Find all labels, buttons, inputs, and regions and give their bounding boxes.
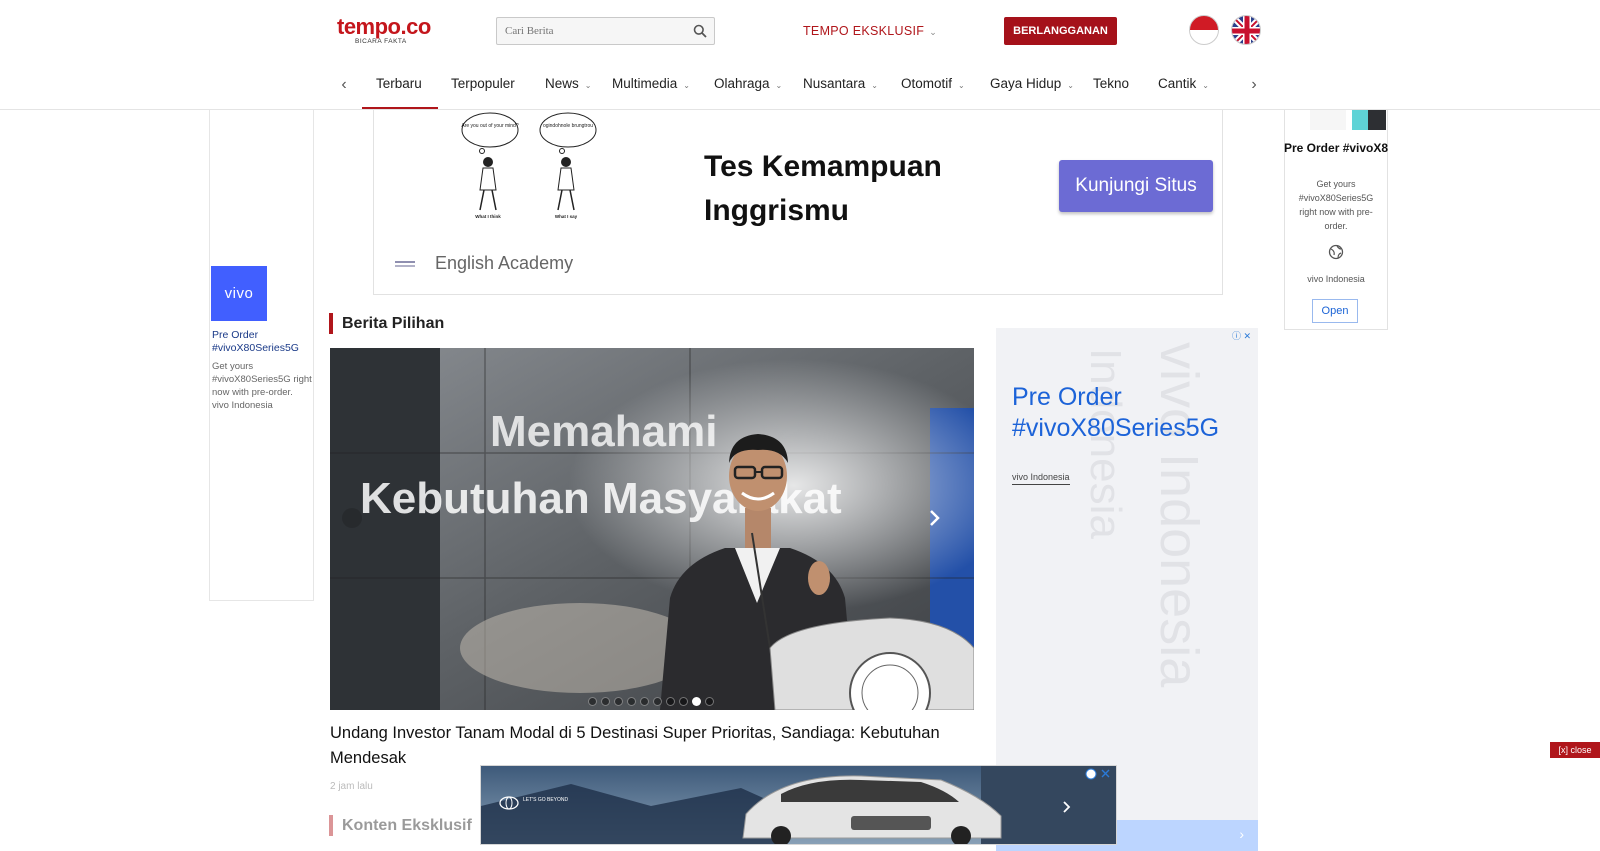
nav-item-cantik[interactable]: Cantik ⌄ bbox=[1158, 73, 1209, 109]
toyota-ad-banner: LET'S GO BEYOND bbox=[481, 766, 1116, 844]
nav-item-label: Cantik bbox=[1158, 76, 1197, 91]
chevron-down-icon: ⌄ bbox=[1202, 81, 1209, 90]
featured-timestamp: 2 jam lalu bbox=[330, 781, 373, 792]
section-title-konten-eksklusif: Konten Eksklusif bbox=[329, 815, 472, 836]
slide-overlay-text-1: Memahami bbox=[490, 407, 717, 456]
product-thumbnail bbox=[1310, 110, 1386, 130]
caption-2: What I say bbox=[555, 214, 578, 219]
open-button[interactable]: Open bbox=[1312, 299, 1358, 323]
side-ad-title[interactable]: Pre Order #vivoX80Series5G bbox=[1012, 382, 1252, 444]
slider-dot[interactable] bbox=[653, 697, 662, 706]
bubble-2-text: ogindohnole brungtrou bbox=[543, 123, 593, 129]
bubble-1-text: Are you out of your mind? bbox=[461, 123, 518, 129]
uk-flag-icon[interactable] bbox=[1231, 15, 1261, 45]
left-ad-title[interactable]: Pre Order #vivoX80Series5G bbox=[212, 329, 312, 355]
vivo-logo[interactable]: vivo bbox=[211, 266, 267, 321]
chevron-down-icon: ⌄ bbox=[775, 81, 783, 90]
nav-item-label: Multimedia bbox=[612, 76, 678, 91]
nav-item-label: News bbox=[545, 76, 579, 91]
adchoices-icon[interactable]: ⓘ ✕ bbox=[1232, 329, 1251, 342]
tempo-eksklusif-menu[interactable]: TEMPO EKSKLUSIF ⌄ bbox=[803, 24, 937, 38]
nav-item-terpopuler[interactable]: Terpopuler bbox=[451, 73, 515, 109]
thinking-people-illustration: Are you out of your mind? ogindohnole br… bbox=[461, 112, 597, 219]
subscribe-button[interactable]: BERLANGGANAN bbox=[1004, 17, 1117, 45]
nav-item-multimedia[interactable]: Multimedia ⌄ bbox=[612, 73, 690, 109]
right-ad-title[interactable]: Pre Order #vivoX80Series5G bbox=[1284, 141, 1388, 156]
logo-word: tempo.co bbox=[337, 14, 431, 39]
slider-dot[interactable] bbox=[640, 697, 649, 706]
english-academy-logo-icon bbox=[394, 257, 416, 271]
eksklusif-label: TEMPO EKSKLUSIF bbox=[803, 24, 925, 38]
toyota-slogan: LET'S GO BEYOND bbox=[523, 797, 569, 803]
nav-item-tekno[interactable]: Tekno bbox=[1093, 73, 1129, 109]
featured-slider[interactable]: Memahami Kebutuhan Masyarakat bbox=[330, 348, 974, 710]
slider-dot[interactable] bbox=[679, 697, 688, 706]
chevron-down-icon: ⌄ bbox=[958, 81, 965, 90]
side-ad-brand[interactable]: vivo Indonesia bbox=[1012, 472, 1070, 485]
slider-dot[interactable] bbox=[614, 697, 623, 706]
search-input[interactable] bbox=[497, 18, 677, 44]
right-ad-description: Get yours #vivoX80Series5G right now wit… bbox=[1298, 179, 1374, 231]
chevron-down-icon: ⌄ bbox=[584, 81, 592, 90]
nav-next-arrow[interactable]: › bbox=[1244, 76, 1264, 94]
featured-headline[interactable]: Undang Investor Tanam Modal di 5 Destina… bbox=[330, 721, 970, 771]
nav-item-news[interactable]: News ⌄ bbox=[545, 73, 591, 109]
nav-item-otomotif[interactable]: Otomotif ⌄ bbox=[901, 73, 965, 109]
section-title-berita-pilihan: Berita Pilihan bbox=[329, 313, 444, 334]
nav-item-label: Olahraga bbox=[714, 76, 770, 91]
featured-news-photo: Memahami Kebutuhan Masyarakat bbox=[330, 348, 974, 710]
slider-dot[interactable] bbox=[705, 697, 714, 706]
nav-item-terbaru[interactable]: Terbaru bbox=[362, 73, 438, 109]
search-icon[interactable] bbox=[693, 24, 707, 38]
nav-item-gaya-hidup[interactable]: Gaya Hidup ⌄ bbox=[990, 73, 1074, 109]
nav-item-label: Terpopuler bbox=[451, 76, 515, 91]
chevron-down-icon: ⌄ bbox=[1067, 81, 1074, 90]
caption-1: What I think bbox=[475, 214, 501, 219]
visit-site-button[interactable]: Kunjungi Situs bbox=[1059, 160, 1213, 212]
left-ad-description: Get yours #vivoX80Series5G right now wit… bbox=[212, 361, 312, 411]
slider-dot[interactable] bbox=[627, 697, 636, 706]
category-nav: Terbaru Terpopuler News ⌄ Multimedia ⌄ Ola… bbox=[328, 73, 1258, 109]
chevron-right-icon: › bbox=[1239, 826, 1244, 842]
slider-dot[interactable] bbox=[588, 697, 597, 706]
site-header: tempo.co BICARA FAKTA TEMPO EKSKLUSIF ⌄ B… bbox=[0, 0, 1600, 110]
slider-dot[interactable] bbox=[692, 697, 701, 706]
search-box bbox=[496, 17, 715, 45]
adchoices-icon[interactable] bbox=[1085, 768, 1097, 780]
slider-pagination bbox=[588, 693, 718, 711]
slider-dot[interactable] bbox=[601, 697, 610, 706]
slider-dot[interactable] bbox=[666, 697, 675, 706]
chevron-down-icon: ⌄ bbox=[929, 27, 938, 37]
chevron-down-icon: ⌄ bbox=[871, 81, 878, 90]
close-ad-button[interactable]: [x] close bbox=[1550, 742, 1600, 758]
ad-headline[interactable]: Tes Kemampuan Inggrismu bbox=[704, 145, 974, 233]
nav-item-olahraga[interactable]: Olahraga ⌄ bbox=[714, 73, 782, 109]
nav-item-label: Otomotif bbox=[901, 76, 953, 91]
tempo-logo[interactable]: tempo.co BICARA FAKTA bbox=[337, 14, 431, 45]
nav-item-label: Gaya Hidup bbox=[990, 76, 1062, 91]
slider-prev-arrow[interactable] bbox=[342, 508, 362, 528]
ad-brand-name: English Academy bbox=[435, 253, 574, 273]
left-sidebar-ad[interactable] bbox=[209, 110, 314, 601]
globe-icon bbox=[1328, 244, 1344, 260]
nav-item-nusantara[interactable]: Nusantara ⌄ bbox=[803, 73, 878, 109]
nav-item-label: Tekno bbox=[1093, 76, 1130, 91]
chevron-down-icon: ⌄ bbox=[683, 81, 690, 90]
right-ad-brand: vivo Indonesia bbox=[1307, 274, 1365, 284]
nav-item-label: Nusantara bbox=[803, 76, 866, 91]
indonesia-flag-icon[interactable] bbox=[1189, 15, 1219, 45]
nav-item-label: Terbaru bbox=[376, 76, 422, 91]
toyota-sticky-ad[interactable]: LET'S GO BEYOND bbox=[480, 765, 1117, 845]
